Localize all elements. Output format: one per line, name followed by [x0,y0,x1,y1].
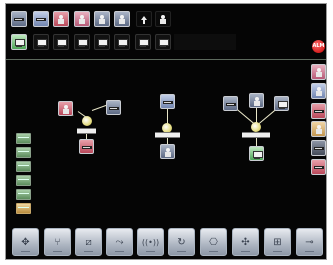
device-icon[interactable] [11,11,27,27]
move-tool-button[interactable]: ✥ [12,228,39,256]
connect-tool-button[interactable]: ⎔ [200,228,227,256]
navigate-icon: ✣ [241,237,250,248]
device-icon[interactable] [311,159,326,175]
hub-bar [155,132,180,138]
device-icon[interactable] [311,64,326,80]
device-icon[interactable] [58,101,73,116]
device-icon[interactable] [311,121,326,137]
button-caption [234,250,257,253]
wireless-icon: ((•)) [141,238,160,247]
device-icon[interactable] [79,139,94,154]
grid-tool-button[interactable]: ⊞ [264,228,291,256]
layer-button[interactable] [16,189,31,200]
device-icon[interactable] [33,11,49,27]
cable-icon: ⊸ [305,237,314,248]
button-caption [139,250,162,253]
move-arrows-icon: ✥ [21,237,30,248]
button-caption [108,250,131,253]
device-icon[interactable] [155,11,171,27]
layer-button[interactable] [16,147,31,158]
refresh-icon: ↻ [177,237,186,248]
bottom-toolbar: ✥ ⑂ ⧄ ⤳ ((•)) ↻ ⎔ ✣ ⊞ ⊸ [12,228,324,256]
device-icon[interactable] [94,34,110,50]
separator-line [6,59,326,60]
tray-panel [174,34,236,50]
device-connect-icon: ⎔ [209,237,218,248]
device-icon[interactable] [74,34,90,50]
device-icon[interactable] [114,11,130,27]
hub-node[interactable] [82,116,92,126]
link-tool-button[interactable]: ⤳ [106,228,133,256]
device-icon[interactable] [160,94,175,109]
cable-tool-button[interactable]: ⊸ [296,228,323,256]
link-icon: ⤳ [115,237,124,248]
device-icon[interactable] [53,34,69,50]
navigate-tool-button[interactable]: ✣ [232,228,259,256]
layer-button[interactable] [16,133,31,144]
device-icon[interactable] [274,96,289,111]
device-icon[interactable] [311,83,326,99]
tree-tool-button[interactable]: ⑂ [44,228,71,256]
network-tree-icon: ⑂ [54,237,61,248]
button-caption [46,250,69,253]
graph-icon: ⧄ [85,237,92,248]
device-icon[interactable] [74,11,90,27]
hub-bar [242,132,270,138]
device-icon[interactable] [94,11,110,27]
device-icon[interactable] [135,34,151,50]
device-icon[interactable] [33,34,49,50]
device-icon[interactable] [249,146,264,161]
device-icon[interactable] [53,11,69,27]
hub-node[interactable] [251,122,261,132]
wireless-tool-button[interactable]: ((•)) [137,228,164,256]
layer-button[interactable] [16,203,31,214]
button-caption [14,250,37,253]
layer-button[interactable] [16,161,31,172]
button-caption [202,250,225,253]
device-icon[interactable] [11,34,27,50]
graph-tool-button[interactable]: ⧄ [75,228,102,256]
button-caption [170,250,193,253]
network-map-screen: ALM ✥ ⑂ ⧄ ⤳ ((•)) ↻ ⎔ ✣ ⊞ ⊸ [5,3,327,260]
device-icon[interactable] [311,140,326,156]
device-icon[interactable] [114,34,130,50]
alarm-text: ALM [312,43,325,49]
device-icon[interactable] [106,100,121,115]
device-icon[interactable] [160,144,175,159]
layer-button[interactable] [16,175,31,186]
device-icon[interactable] [155,34,171,50]
grid-icon: ⊞ [273,237,282,248]
button-caption [266,250,289,253]
button-caption [298,250,321,253]
device-icon[interactable] [223,96,238,111]
refresh-tool-button[interactable]: ↻ [168,228,195,256]
antenna-icon[interactable] [136,11,152,27]
hub-bar [77,128,96,134]
button-caption [77,250,100,253]
alarm-indicator[interactable]: ALM [312,40,325,53]
device-icon[interactable] [249,93,264,108]
device-icon[interactable] [311,103,326,119]
